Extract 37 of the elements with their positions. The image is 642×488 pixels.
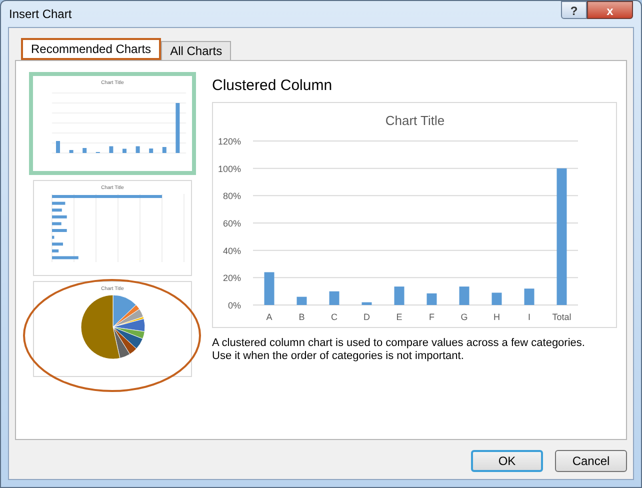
x-axis-label: A — [266, 312, 272, 322]
chart-title: Chart Title — [385, 113, 445, 128]
y-axis-label: 0% — [228, 300, 241, 310]
y-axis-label: 120% — [218, 136, 241, 146]
x-axis-label: D — [364, 312, 370, 322]
x-axis-label: C — [331, 312, 338, 322]
x-axis-label: H — [494, 312, 500, 322]
chart-bar — [524, 288, 534, 305]
chart-bar — [394, 286, 404, 305]
x-axis-label: Total — [552, 312, 572, 322]
y-axis-label: 100% — [218, 164, 241, 174]
y-axis-label: 20% — [222, 273, 241, 284]
y-axis-label: 80% — [222, 191, 241, 202]
close-button[interactable]: x — [587, 1, 633, 19]
dialog-button[interactable]: Cancel — [555, 450, 627, 472]
pie-chart-thumbnail-drawing — [78, 293, 146, 361]
chart-bar — [459, 286, 470, 305]
chart-bar — [296, 296, 307, 305]
x-axis-label: F — [429, 312, 434, 322]
chart-bar — [329, 291, 340, 305]
tab[interactable]: All Charts — [161, 41, 232, 60]
dialog-button[interactable]: OK — [471, 450, 543, 472]
chart-bar — [362, 302, 372, 305]
chart-bar — [426, 293, 437, 305]
x-axis-label: E — [396, 312, 402, 322]
chart-bar — [492, 292, 502, 305]
y-axis-label: 60% — [222, 218, 241, 228]
x-axis-label: G — [460, 312, 468, 322]
help-button[interactable]: ? — [561, 1, 587, 19]
x-axis-label: B — [298, 312, 305, 322]
chart-bar — [264, 272, 274, 305]
chart-description: A clustered column chart is used to compare values across a few categories. Use it when the order of categories is not important. — [212, 337, 586, 363]
chart-type-heading: Clustered Column — [212, 76, 334, 96]
tab[interactable]: Recommended Charts — [21, 38, 162, 60]
x-axis-label: I — [528, 312, 530, 322]
y-axis-label: 40% — [222, 246, 241, 256]
window-title: Insert Chart — [9, 6, 72, 23]
